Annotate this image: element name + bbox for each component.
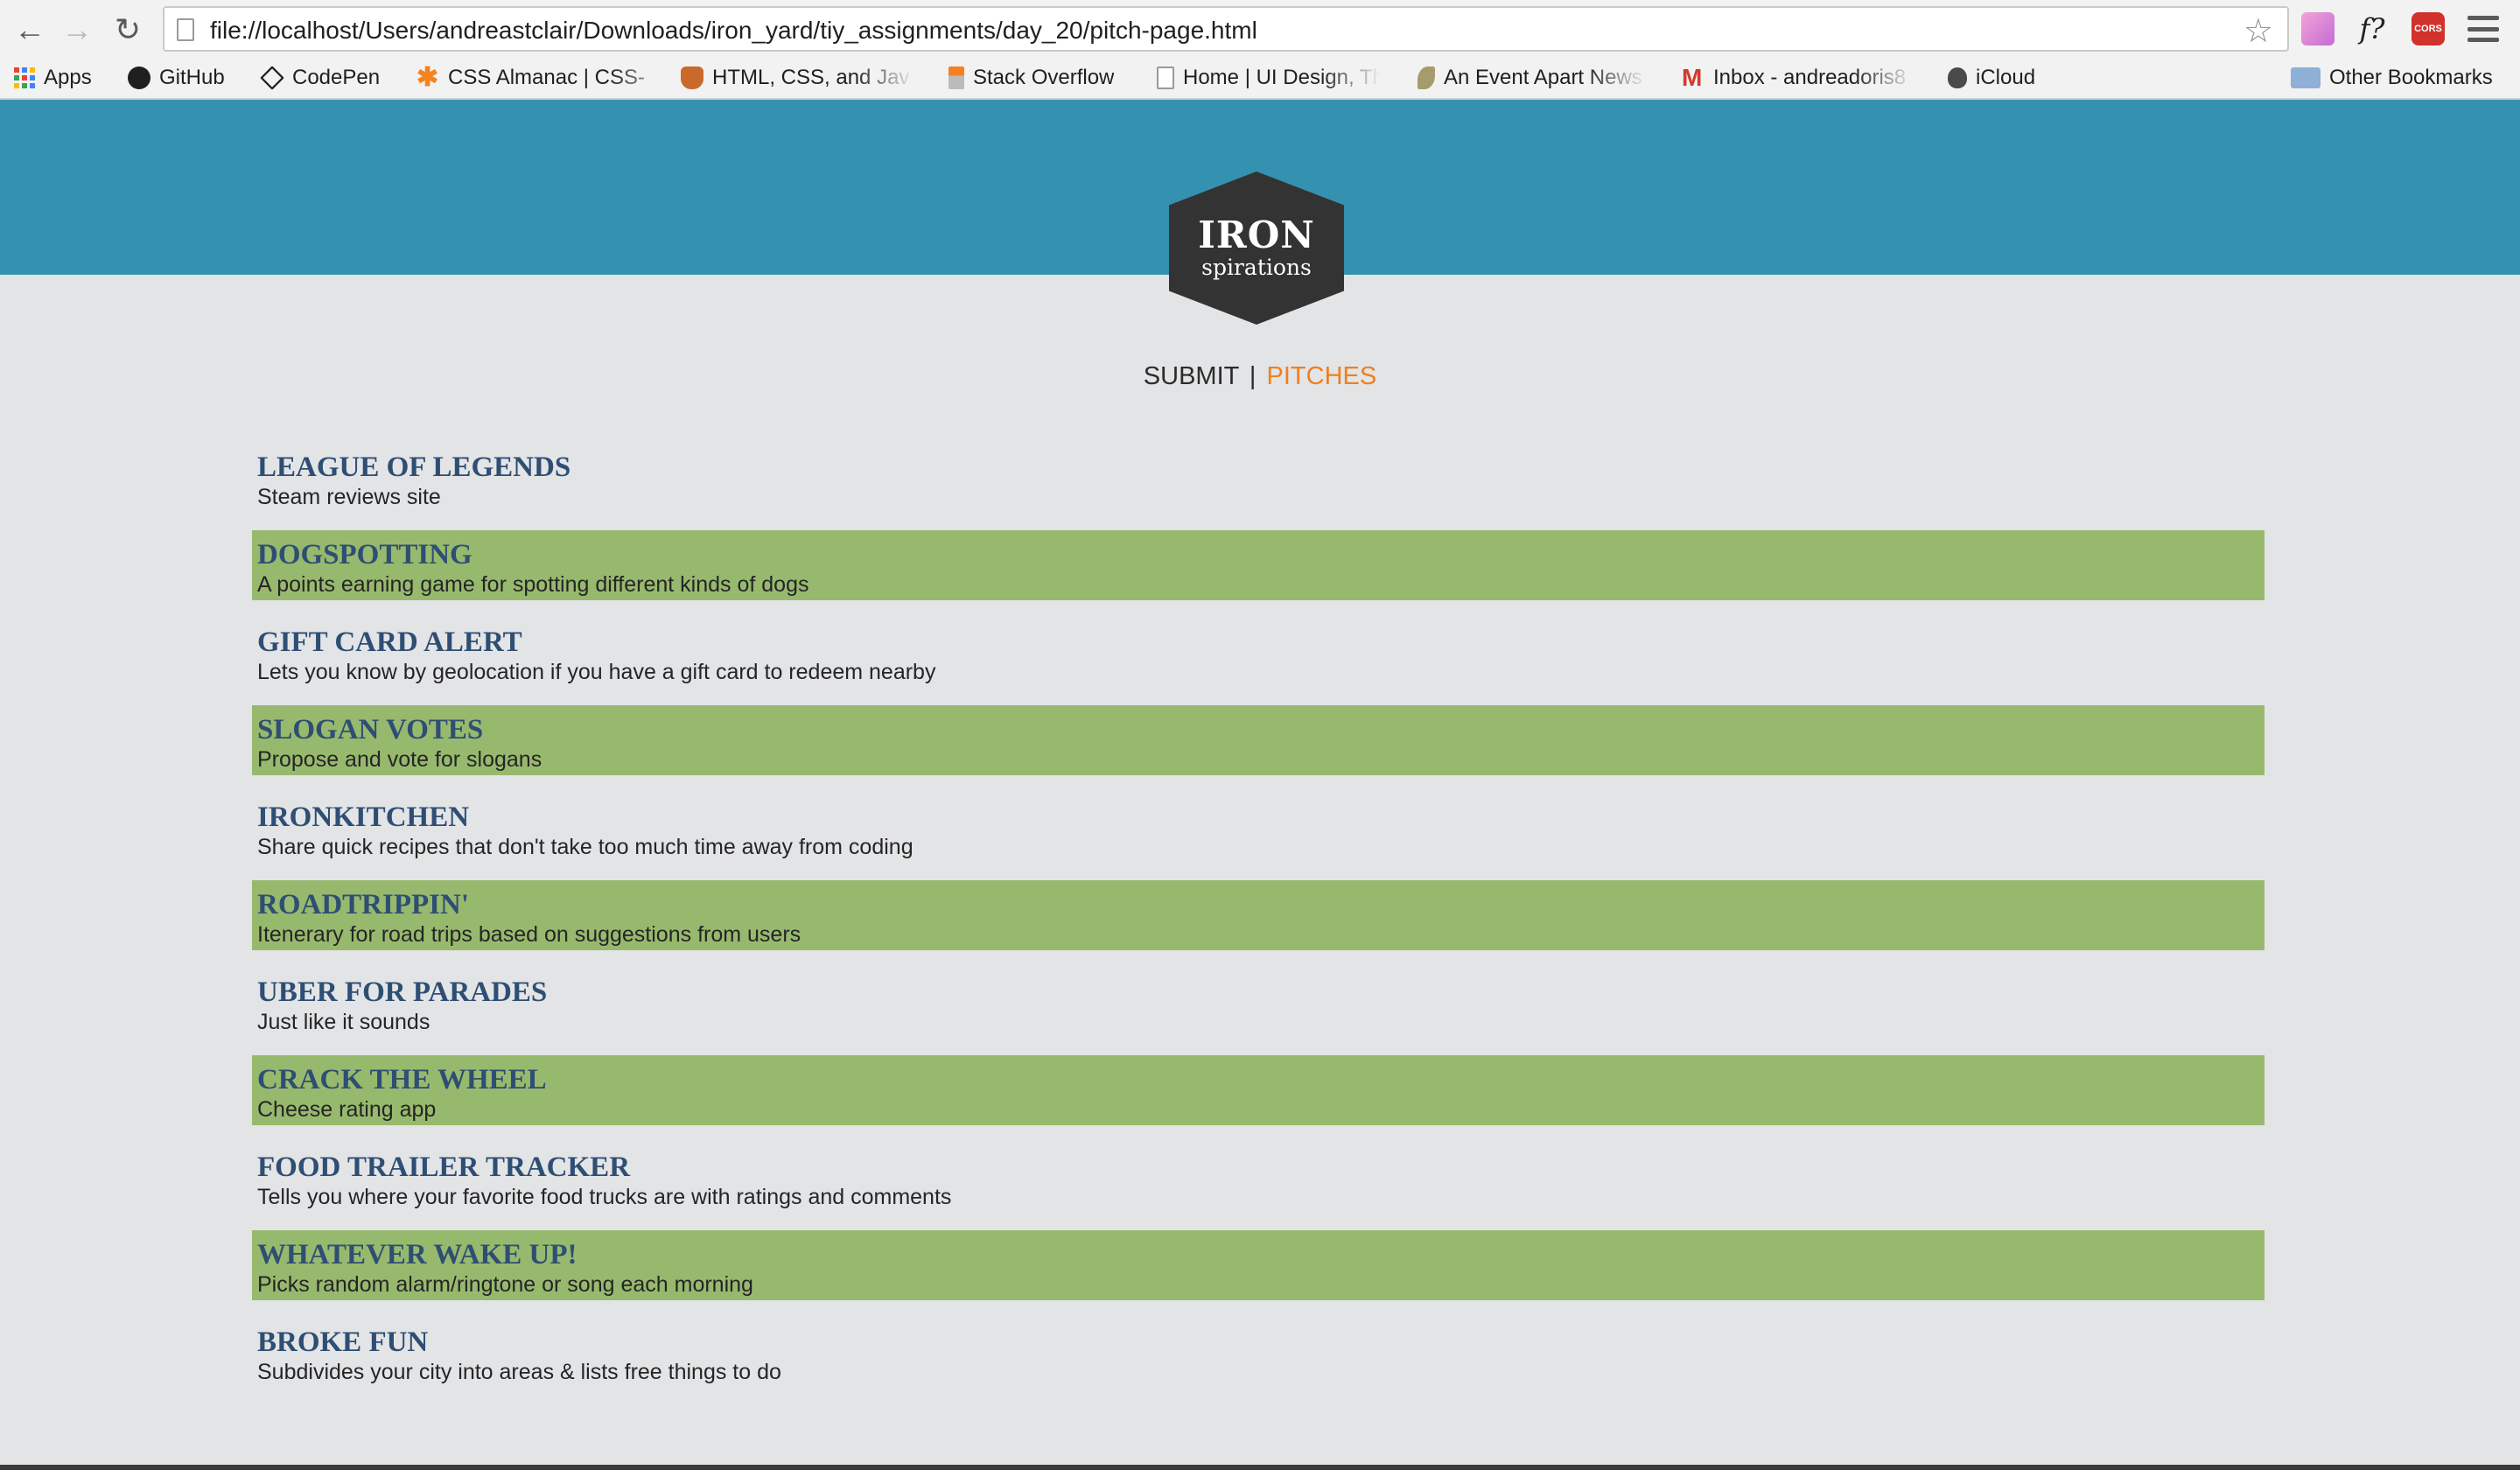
pitch-description: Share quick recipes that don't take too … bbox=[257, 835, 914, 859]
bookmark-inbox[interactable]: M Inbox - andreadoris8 bbox=[1682, 63, 1914, 93]
pitch-description: Propose and vote for slogans bbox=[257, 747, 542, 772]
folder-icon bbox=[2291, 67, 2320, 88]
pitch-title: SLOGAN VOTES bbox=[257, 714, 484, 746]
back-button[interactable]: ← bbox=[10, 10, 49, 49]
pitch-title: LEAGUE OF LEGENDS bbox=[257, 452, 571, 483]
pitch-item: GIFT CARD ALERT Lets you know by geoloca… bbox=[252, 618, 2264, 688]
pitch-description: Steam reviews site bbox=[257, 485, 441, 509]
pitch-item: UBER FOR PARADES Just like it sounds bbox=[252, 968, 2264, 1038]
bookmark-label: Apps bbox=[44, 66, 92, 89]
bookmark-event-apart[interactable]: An Event Apart News bbox=[1418, 63, 1647, 93]
pitch-item: BROKE FUN Subdivides your city into area… bbox=[252, 1318, 2264, 1388]
pitch-item: CRACK THE WHEEL Cheese rating app bbox=[252, 1055, 2264, 1125]
pitch-item: DOGSPOTTING A points earning game for sp… bbox=[252, 530, 2264, 600]
browser-toolbar: ← → ↻ file://localhost/Users/andreastcla… bbox=[0, 0, 2520, 58]
bookmark-label: CSS Almanac | CSS- bbox=[448, 66, 645, 89]
pitch-item: WHATEVER WAKE UP! Picks random alarm/rin… bbox=[252, 1230, 2264, 1300]
codepen-icon bbox=[260, 66, 284, 90]
pitch-title: BROKE FUN bbox=[257, 1326, 429, 1358]
reload-button[interactable]: ↻ bbox=[108, 10, 147, 49]
bookmark-label: An Event Apart News bbox=[1444, 66, 1642, 89]
cors-extension-icon[interactable]: CORS bbox=[2412, 12, 2445, 46]
other-bookmarks-folder[interactable]: Other Bookmarks bbox=[2291, 63, 2493, 93]
page-icon bbox=[177, 18, 194, 41]
gmail-icon: M bbox=[1682, 64, 1703, 91]
bookmark-label: Stack Overflow bbox=[973, 66, 1115, 89]
pitch-title: IRONKITCHEN bbox=[257, 802, 470, 833]
stackoverflow-icon bbox=[948, 66, 964, 89]
bookmark-label: iCloud bbox=[1976, 66, 2036, 89]
pitch-description: Subdivides your city into areas & lists … bbox=[257, 1360, 781, 1384]
forward-button[interactable]: → bbox=[58, 10, 96, 49]
pitch-item: SLOGAN VOTES Propose and vote for slogan… bbox=[252, 705, 2264, 775]
bookmark-ui-design[interactable]: Home | UI Design, Th bbox=[1157, 63, 1381, 93]
bookmark-html-css[interactable]: HTML, CSS, and Jav bbox=[681, 63, 915, 93]
bookmark-stack-overflow[interactable]: Stack Overflow bbox=[948, 63, 1114, 93]
bookmark-codepen[interactable]: CodePen bbox=[260, 63, 381, 93]
bookmark-label: Other Bookmarks bbox=[2329, 66, 2493, 89]
url-text[interactable]: file://localhost/Users/andreastclair/Dow… bbox=[210, 17, 1257, 45]
bookmark-label: HTML, CSS, and Jav bbox=[712, 66, 910, 89]
pitch-description: Tells you where your favorite food truck… bbox=[257, 1185, 952, 1209]
bookmark-star-icon[interactable]: ☆ bbox=[2244, 11, 2273, 51]
browser-chrome: ← → ↻ file://localhost/Users/andreastcla… bbox=[0, 0, 2520, 100]
pitch-title: GIFT CARD ALERT bbox=[257, 626, 522, 658]
bookmark-icloud[interactable]: iCloud bbox=[1948, 63, 2035, 93]
bookmark-css-almanac[interactable]: ✱ CSS Almanac | CSS- bbox=[416, 63, 679, 93]
site-nav: SUBMIT | PITCHES bbox=[0, 362, 2520, 391]
pitch-description: Lets you know by geolocation if you have… bbox=[257, 660, 936, 684]
fox-icon bbox=[681, 66, 704, 89]
pitch-list: LEAGUE OF LEGENDS Steam reviews site DOG… bbox=[252, 443, 2264, 1405]
bookmark-label: CodePen bbox=[292, 66, 381, 89]
css-tricks-icon: ✱ bbox=[416, 63, 439, 92]
logo-title: IRON bbox=[1198, 213, 1315, 256]
pitch-description: Picks random alarm/ringtone or song each… bbox=[257, 1272, 753, 1297]
bookmark-label: Home | UI Design, Th bbox=[1183, 66, 1381, 89]
bookmarks-bar: Apps GitHub CodePen ✱ CSS Almanac | CSS-… bbox=[0, 58, 2520, 100]
address-bar[interactable]: file://localhost/Users/andreastclair/Dow… bbox=[163, 6, 2289, 52]
nav-submit-link[interactable]: SUBMIT bbox=[1144, 362, 1239, 390]
pitch-description: Itenerary for road trips based on sugges… bbox=[257, 922, 802, 947]
pitch-item: LEAGUE OF LEGENDS Steam reviews site bbox=[252, 443, 2264, 513]
pitch-title: ROADTRIPPIN' bbox=[257, 889, 470, 920]
pitch-title: FOOD TRAILER TRACKER bbox=[257, 1152, 631, 1183]
pitch-title: WHATEVER WAKE UP! bbox=[257, 1239, 578, 1270]
gradient-extension-icon[interactable] bbox=[2301, 12, 2334, 46]
pitch-item: ROADTRIPPIN' Itenerary for road trips ba… bbox=[252, 880, 2264, 950]
window-bottom-edge bbox=[0, 1465, 2520, 1470]
font-extension-icon[interactable]: f? bbox=[2356, 12, 2389, 46]
logo-subtitle: spirations bbox=[1201, 254, 1312, 280]
pitch-description: Just like it sounds bbox=[257, 1010, 430, 1034]
page-icon bbox=[1157, 66, 1174, 89]
pitch-item: FOOD TRAILER TRACKER Tells you where you… bbox=[252, 1143, 2264, 1213]
bookmark-github[interactable]: GitHub bbox=[128, 63, 225, 93]
github-icon bbox=[128, 66, 150, 89]
pitch-description: Cheese rating app bbox=[257, 1097, 437, 1122]
hamburger-menu-icon[interactable] bbox=[2468, 16, 2499, 42]
pitch-description: A points earning game for spotting diffe… bbox=[257, 572, 809, 597]
apple-icon bbox=[1948, 67, 1967, 88]
pitch-title: UBER FOR PARADES bbox=[257, 976, 548, 1008]
pitch-title: DOGSPOTTING bbox=[257, 539, 472, 570]
page-content: IRON spirations SUBMIT | PITCHES LEAGUE … bbox=[0, 100, 2520, 1465]
bookmark-label: GitHub bbox=[159, 66, 225, 89]
apps-grid-icon bbox=[14, 67, 35, 88]
pitch-item: IRONKITCHEN Share quick recipes that don… bbox=[252, 793, 2264, 863]
nav-separator: | bbox=[1249, 362, 1256, 390]
bookmark-label: Inbox - andreadoris8 bbox=[1713, 66, 1907, 89]
leaf-icon bbox=[1418, 66, 1435, 89]
nav-pitches-link[interactable]: PITCHES bbox=[1267, 362, 1377, 390]
bookmark-apps[interactable]: Apps bbox=[14, 63, 92, 93]
pitch-title: CRACK THE WHEEL bbox=[257, 1064, 547, 1096]
